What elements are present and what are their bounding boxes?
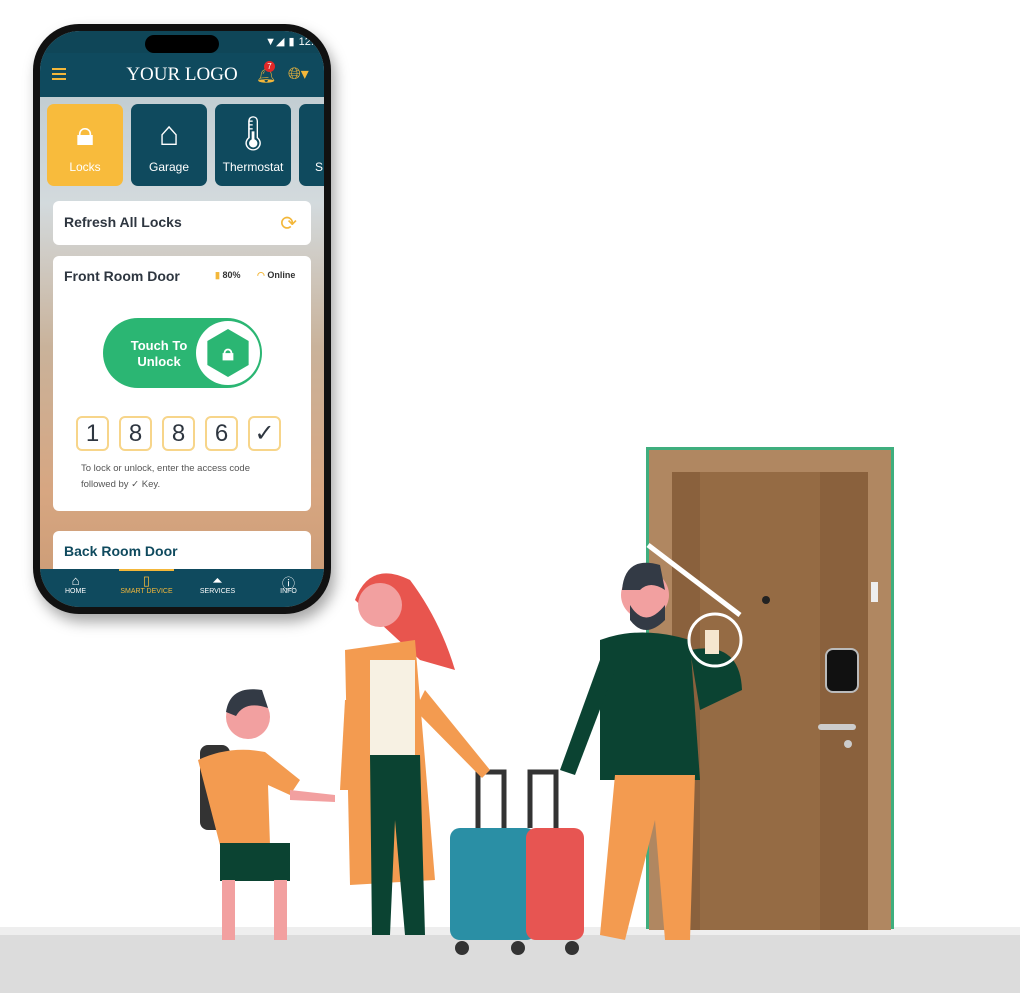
refresh-icon[interactable]: ⟳ — [280, 211, 297, 236]
code-digit[interactable]: 6 — [205, 416, 238, 451]
lock-icon: 🔒︎ — [75, 115, 95, 153]
info-icon: ⓘ — [281, 576, 295, 591]
front-room-door-card: Front Room Door ▮ 80% ◠ Online Touch To … — [53, 256, 311, 511]
touch-to-unlock-button[interactable]: Touch To Unlock 🔒︎ — [103, 318, 262, 388]
smart-device-icon: ▯ — [142, 573, 151, 588]
app-header: YOUR LOGO 🔔︎ 7 🌐︎▾ — [40, 53, 324, 97]
notification-badge: 7 — [264, 61, 275, 72]
connection-status: ◠ Online — [257, 270, 296, 280]
door-handle — [818, 724, 856, 730]
signal-icon: ▼◢ — [265, 36, 285, 48]
tile-thermostat[interactable]: 🌡︎ Thermostat — [215, 104, 291, 186]
refresh-all-locks[interactable]: Refresh All Locks ⟳ — [53, 201, 311, 245]
bell-service-icon: ⏶ — [212, 573, 223, 588]
battery-icon: ▮ — [288, 36, 295, 48]
tile-locks[interactable]: 🔒︎ Locks — [47, 104, 123, 186]
bottom-nav: ⌂ HOME ▯ SMART DEVICE ⏶ SERVICES ⓘ INFO — [40, 569, 324, 607]
thermometer-icon: 🌡︎ — [231, 115, 275, 153]
home-icon: ⌂ — [71, 573, 80, 588]
check-key-button[interactable]: ✓ — [248, 416, 281, 451]
garage-icon: ⌂ — [158, 115, 180, 153]
check-icon: ✓ — [131, 479, 140, 490]
nav-services[interactable]: ⏶ SERVICES — [182, 569, 253, 607]
tile-more[interactable]: S — [299, 104, 324, 186]
camera-notch — [145, 35, 219, 53]
boy — [198, 689, 335, 940]
nav-info[interactable]: ⓘ INFO — [253, 569, 324, 607]
code-digit[interactable]: 8 — [162, 416, 195, 451]
globe-icon[interactable]: 🌐︎▾ — [288, 64, 309, 84]
luggage — [450, 769, 584, 955]
peephole — [762, 596, 770, 604]
phone-mockup: ▼◢ ▮ 12:3 YOUR LOGO 🔔︎ 7 🌐︎▾ 🔒︎ Locks ⌂ Gara… — [33, 24, 331, 614]
logo: YOUR LOGO — [126, 64, 238, 85]
nav-home[interactable]: ⌂ HOME — [40, 569, 111, 607]
lock-icon: 🔒︎ — [207, 329, 249, 377]
battery-status: ▮ 80% — [215, 270, 241, 280]
smart-lock-keypad — [825, 648, 859, 693]
battery-icon: ▮ — [215, 270, 220, 280]
access-code: 1 8 8 6 ✓ — [76, 416, 281, 451]
tile-garage[interactable]: ⌂ Garage — [131, 104, 207, 186]
code-digit[interactable]: 8 — [119, 416, 152, 451]
nav-smart-device[interactable]: ▯ SMART DEVICE — [111, 569, 182, 607]
wifi-icon: ◠ — [257, 270, 265, 280]
access-code-hint: To lock or unlock, enter the access code… — [81, 463, 250, 490]
code-digit[interactable]: 1 — [76, 416, 109, 451]
app-screen: ▼◢ ▮ 12:3 YOUR LOGO 🔔︎ 7 🌐︎▾ 🔒︎ Locks ⌂ Gara… — [40, 31, 324, 607]
